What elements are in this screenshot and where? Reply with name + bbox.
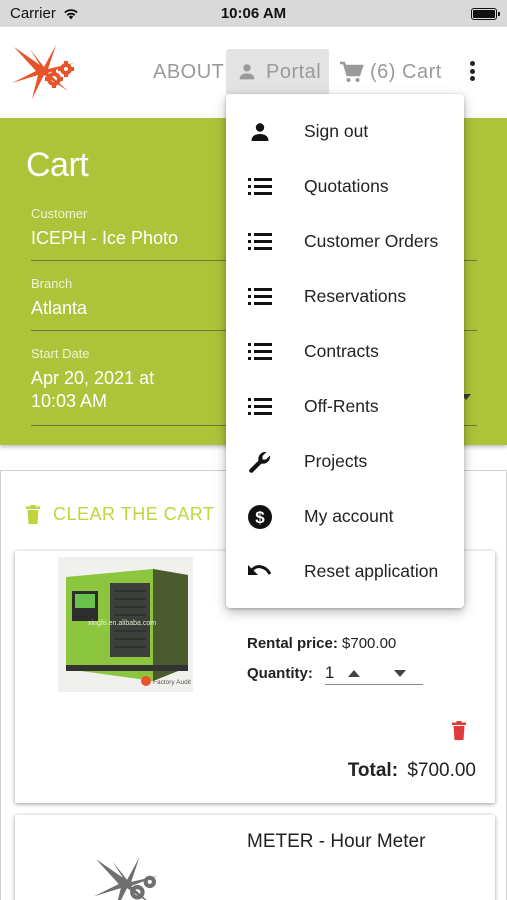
battery-icon — [471, 7, 500, 20]
rental-price-row: Rental price: $700.00 — [247, 635, 396, 652]
quantity-stepper[interactable]: 1 — [324, 662, 423, 685]
nav-about[interactable]: ABOUT — [153, 49, 224, 95]
generator-image: xingfo.en.alibaba.com Factory Audit — [58, 557, 193, 692]
clear-cart-label: CLEAR THE CART — [53, 504, 215, 524]
item-total: Total: $700.00 — [348, 760, 476, 782]
total-label: Total: — [347, 760, 399, 781]
cart-item-card: METER - Hour Meter — [15, 815, 495, 900]
person-icon — [246, 118, 274, 146]
menu-item-reservations[interactable]: Reservations — [226, 269, 464, 324]
trash-icon — [26, 505, 40, 524]
company-logo[interactable] — [10, 43, 76, 101]
decrement-arrow-icon[interactable] — [394, 669, 407, 677]
list-icon — [246, 338, 274, 366]
menu-item-contracts[interactable]: Contracts — [226, 324, 464, 379]
status-bar: Carrier 10:06 AM — [0, 0, 507, 27]
menu-item-label: Projects — [304, 451, 368, 471]
nav-portal[interactable]: Portal — [226, 49, 329, 95]
nav-cart[interactable]: (6) Cart — [338, 49, 442, 95]
menu-item-label: Customer Orders — [304, 231, 439, 251]
person-icon — [239, 64, 255, 80]
list-icon — [246, 393, 274, 421]
portal-dropdown-menu: Sign out Quotations Customer Orders Rese… — [226, 94, 464, 608]
list-icon — [246, 173, 274, 201]
list-icon — [246, 283, 274, 311]
wrench-icon — [246, 448, 274, 476]
image-badge: Factory Audit — [153, 679, 191, 686]
rental-price-value: $700.00 — [342, 635, 397, 652]
total-value: $700.00 — [407, 760, 476, 781]
image-watermark: xingfo.en.alibaba.com — [88, 620, 156, 627]
menu-item-my-account[interactable]: $ My account — [226, 489, 464, 544]
shopping-cart-icon — [340, 61, 364, 82]
nav-cart-label: (6) Cart — [370, 60, 442, 83]
svg-text:$: $ — [255, 508, 265, 527]
page-title: Cart — [26, 146, 89, 184]
nav-portal-label: Portal — [266, 60, 322, 83]
carrier-label: Carrier — [10, 5, 56, 22]
menu-item-label: Off-Rents — [304, 396, 379, 416]
rental-price-label: Rental price: — [247, 635, 338, 652]
product-image[interactable]: xingfo.en.alibaba.com Factory Audit — [58, 557, 193, 692]
quantity-label: Quantity: — [247, 665, 313, 682]
menu-item-label: Reset application — [304, 561, 439, 581]
menu-item-off-rents[interactable]: Off-Rents — [226, 379, 464, 434]
menu-item-label: Contracts — [304, 341, 379, 361]
delete-item-icon[interactable] — [451, 721, 467, 740]
menu-item-label: My account — [304, 506, 394, 526]
menu-item-label: Sign out — [304, 121, 369, 141]
more-menu-icon[interactable] — [462, 57, 482, 85]
menu-item-customer-orders[interactable]: Customer Orders — [226, 214, 464, 269]
wifi-icon — [64, 9, 78, 20]
menu-item-reset-application[interactable]: Reset application — [226, 544, 464, 599]
menu-item-projects[interactable]: Projects — [226, 434, 464, 489]
menu-item-quotations[interactable]: Quotations — [226, 159, 464, 214]
undo-icon — [246, 558, 274, 586]
menu-item-label: Quotations — [304, 176, 389, 196]
dollar-circle-icon: $ — [246, 503, 274, 531]
product-name[interactable]: METER - Hour Meter — [247, 831, 425, 853]
increment-arrow-icon[interactable] — [348, 669, 361, 677]
clear-cart-button[interactable]: CLEAR THE CART — [25, 504, 214, 525]
menu-item-sign-out[interactable]: Sign out — [226, 104, 464, 159]
product-placeholder-logo[interactable] — [91, 855, 161, 900]
menu-item-label: Reservations — [304, 286, 407, 306]
quantity-value: 1 — [324, 663, 335, 682]
list-icon — [246, 228, 274, 256]
quantity-row: Quantity: 1 — [247, 662, 423, 685]
